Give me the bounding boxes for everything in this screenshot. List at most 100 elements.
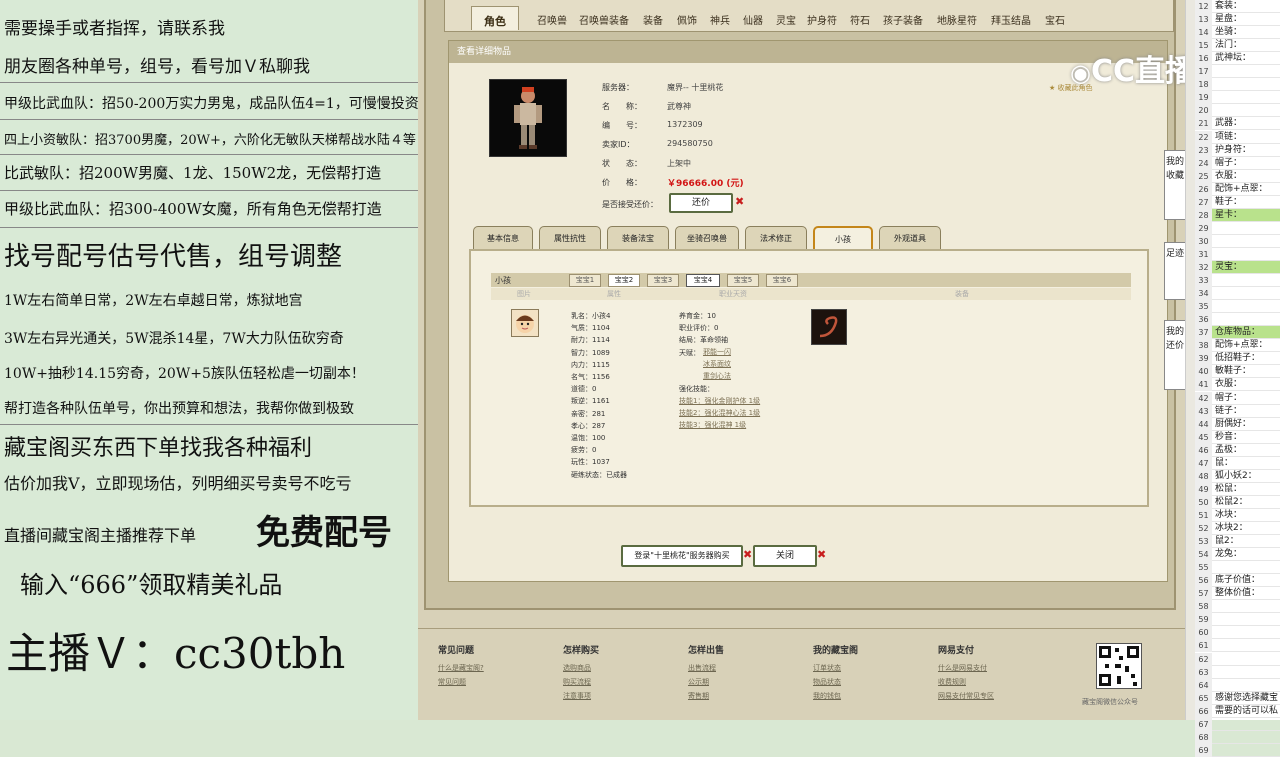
footer-link[interactable]: 物品状态 [813,677,841,687]
sheet-row[interactable]: 45 秒音： [1195,430,1280,444]
sheet-row[interactable]: 60 [1195,626,1280,640]
baby-tab-2[interactable]: 宝宝2 [608,274,640,287]
footprint-button[interactable]: 足迹 [1164,242,1185,300]
sheet-row[interactable]: 40 敏鞋子： [1195,365,1280,379]
tab-gem[interactable]: 宝石 [1045,12,1065,27]
buy-login-button[interactable]: 登录"十里桃花"服务器购买 [621,545,743,567]
tab-child-equip[interactable]: 孩子装备 [883,12,923,27]
sheet-row[interactable]: 55 [1195,561,1280,575]
scrollbar[interactable] [1185,0,1195,720]
tab-pet-equip[interactable]: 召唤兽装备 [579,12,629,27]
sheet-row[interactable]: 34 [1195,287,1280,301]
close-button[interactable]: 关闭 [753,545,817,567]
sheet-row[interactable]: 51 冰块： [1195,508,1280,522]
sheet-row[interactable]: 37 仓库物品： [1195,326,1280,340]
baby-tab-1[interactable]: 宝宝1 [569,274,601,287]
sheet-row[interactable]: 42 帽子： [1195,391,1280,405]
sheet-row[interactable]: 39 低招鞋子： [1195,352,1280,366]
sheet-row[interactable]: 52 冰块2： [1195,522,1280,535]
sheet-row[interactable]: 16 武神坛： [1195,52,1280,66]
sheet-row[interactable]: 15 法门： [1195,39,1280,53]
strengthen-skill-link[interactable]: 技能2：强化混神心法 1级 [679,408,760,418]
sheet-row[interactable]: 22 项链： [1195,130,1280,144]
child-equipment-slot[interactable] [811,309,847,345]
sheet-row[interactable]: 58 [1195,600,1280,614]
footer-link[interactable]: 出售流程 [688,663,716,673]
sheet-row[interactable]: 59 [1195,613,1280,627]
sheet-row[interactable]: 53 鼠2： [1195,535,1280,549]
footer-link[interactable]: 订单状态 [813,663,841,673]
tab-equip[interactable]: 装备 [643,12,663,27]
sheet-row[interactable]: 24 帽子： [1195,156,1280,170]
sheet-row[interactable]: 66 需要的话可以私 [1195,704,1280,718]
sheet-row[interactable]: 62 [1195,652,1280,666]
sheet-row[interactable]: 63 [1195,665,1280,679]
baby-tab-3[interactable]: 宝宝3 [647,274,679,287]
sheet-row[interactable]: 38 配饰+点翠： [1195,339,1280,353]
baby-tab-5[interactable]: 宝宝5 [727,274,759,287]
sheet-row[interactable]: 61 [1195,639,1280,653]
tab-fairy[interactable]: 仙器 [743,12,763,27]
footer-link[interactable]: 购买流程 [563,677,591,687]
sheet-row[interactable]: 27 鞋子： [1195,195,1280,209]
sheet-row[interactable]: 13 星盘： [1195,13,1280,27]
footer-link[interactable]: 公示期 [688,677,709,687]
footer-link[interactable]: 什么是网易支付 [938,663,987,673]
footer-link[interactable]: 收费规则 [938,677,966,687]
sheet-row[interactable]: 56 底子价值： [1195,574,1280,588]
sheet-row[interactable]: 12 套装： [1195,0,1280,13]
sheet-row[interactable]: 30 [1195,234,1280,248]
footer-link[interactable]: 常见问题 [438,677,466,687]
my-favorites-button[interactable]: 我的收藏 [1164,150,1185,220]
talent-link[interactable]: 重剑心法 [703,371,731,381]
tab-pet[interactable]: 召唤兽 [537,12,567,27]
sheet-row[interactable]: 29 [1195,221,1280,235]
tab-spirit[interactable]: 灵宝 [776,12,796,27]
sheet-row[interactable]: 35 [1195,300,1280,314]
baby-tab-4[interactable]: 宝宝4 [686,274,720,287]
tab-crystal[interactable]: 拜玉结晶 [991,12,1031,27]
sheet-row[interactable]: 50 松鼠2： [1195,495,1280,509]
footer-link[interactable]: 我的钱包 [813,691,841,701]
sheet-row[interactable]: 23 护身符： [1195,143,1280,157]
tab-accessory[interactable]: 佩饰 [677,12,697,27]
sheet-row[interactable]: 46 孟极： [1195,443,1280,457]
sheet-row[interactable]: 68 [1195,730,1280,744]
tab-star[interactable]: 地脉星符 [937,12,977,27]
sheet-row[interactable]: 48 狐小妖2： [1195,469,1280,483]
strengthen-skill-link[interactable]: 技能1：强化金刚护体 1级 [679,396,760,406]
tab-rune[interactable]: 符石 [850,12,870,27]
bargain-button[interactable]: 还价 [669,193,733,213]
talent-link[interactable]: 冰系面纹 [703,359,731,369]
sheet-row[interactable]: 47 鼠： [1195,456,1280,470]
sheet-row[interactable]: 14 坐骑： [1195,26,1280,40]
sheet-row[interactable]: 36 [1195,313,1280,327]
sheet-row[interactable]: 33 [1195,274,1280,288]
sheet-row[interactable]: 25 衣服： [1195,169,1280,183]
sheet-row[interactable]: 20 [1195,104,1280,118]
footer-link[interactable]: 寄售期 [688,691,709,701]
baby-tab-6[interactable]: 宝宝6 [766,274,798,287]
my-bargain-button[interactable]: 我的还价 [1164,320,1185,390]
footer-link[interactable]: 注意事项 [563,691,591,701]
sheet-row[interactable]: 64 [1195,678,1280,692]
sheet-row[interactable]: 26 配饰+点翠： [1195,182,1280,196]
sheet-row[interactable]: 44 厨偶好： [1195,417,1280,431]
sheet-row[interactable]: 54 龙兔： [1195,548,1280,562]
sheet-row[interactable]: 28 星卡： [1195,208,1280,222]
sheet-row[interactable]: 32 灵宝： [1195,261,1280,274]
sheet-row[interactable]: 21 武器： [1195,117,1280,131]
sheet-row[interactable]: 31 [1195,247,1280,261]
tab-role[interactable]: 角色 [471,6,519,30]
sheet-row[interactable]: 18 [1195,78,1280,92]
sheet-row[interactable]: 19 [1195,91,1280,105]
talent-link[interactable]: 邪能一闪 [703,347,731,357]
strengthen-skill-link[interactable]: 技能3：强化混神 1级 [679,420,746,430]
footer-link[interactable]: 选购商品 [563,663,591,673]
sheet-row[interactable]: 69 [1195,743,1280,757]
sheet-row[interactable]: 65 感谢您选择藏宝 [1195,691,1280,705]
tab-amulet[interactable]: 护身符 [807,12,837,27]
footer-link[interactable]: 什么是藏宝阁? [438,663,484,673]
sheet-row[interactable]: 49 松鼠： [1195,482,1280,496]
sheet-row[interactable]: 43 链子： [1195,404,1280,418]
